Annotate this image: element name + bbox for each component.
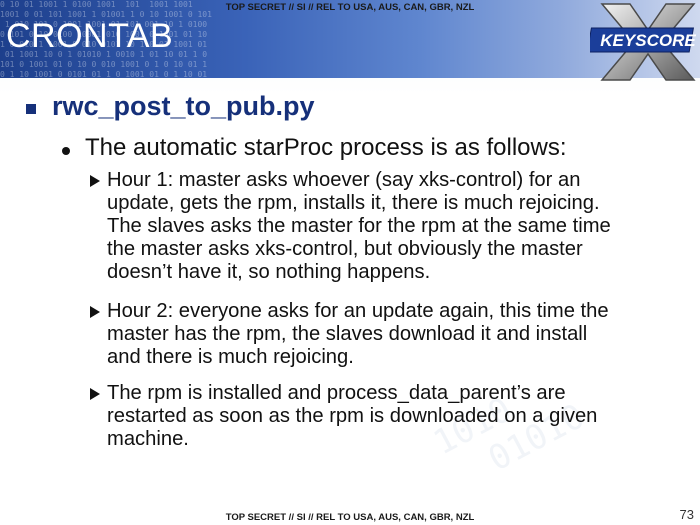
- square-bullet-icon: [26, 104, 36, 114]
- slide-title: CRONTAB: [6, 17, 174, 55]
- bullet-item: The rpm is installed and process_data_pa…: [107, 382, 598, 450]
- keyscore-logo: KEYSCORE: [590, 3, 696, 81]
- arrow-bullet-icon: [90, 175, 100, 187]
- level2-text: The automatic starProc process is as fol…: [85, 134, 567, 161]
- bullet-item: Hour 1: master asks whoever (say xks-con…: [107, 169, 611, 283]
- page-number: 73: [679, 507, 694, 522]
- logo-text: KEYSCORE: [600, 31, 696, 50]
- classification-bottom: TOP SECRET // SI // REL TO USA, AUS, CAN…: [225, 512, 475, 523]
- level1-heading: rwc_post_to_pub.py: [52, 91, 315, 121]
- arrow-bullet-icon: [90, 388, 100, 400]
- dot-bullet-icon: [62, 147, 70, 155]
- bullet-item: Hour 2: everyone asks for an update agai…: [107, 300, 609, 368]
- arrow-bullet-icon: [90, 306, 100, 318]
- slide: 0 10 01 1001 1 0100 1001 101 1001 1001 1…: [0, 0, 700, 525]
